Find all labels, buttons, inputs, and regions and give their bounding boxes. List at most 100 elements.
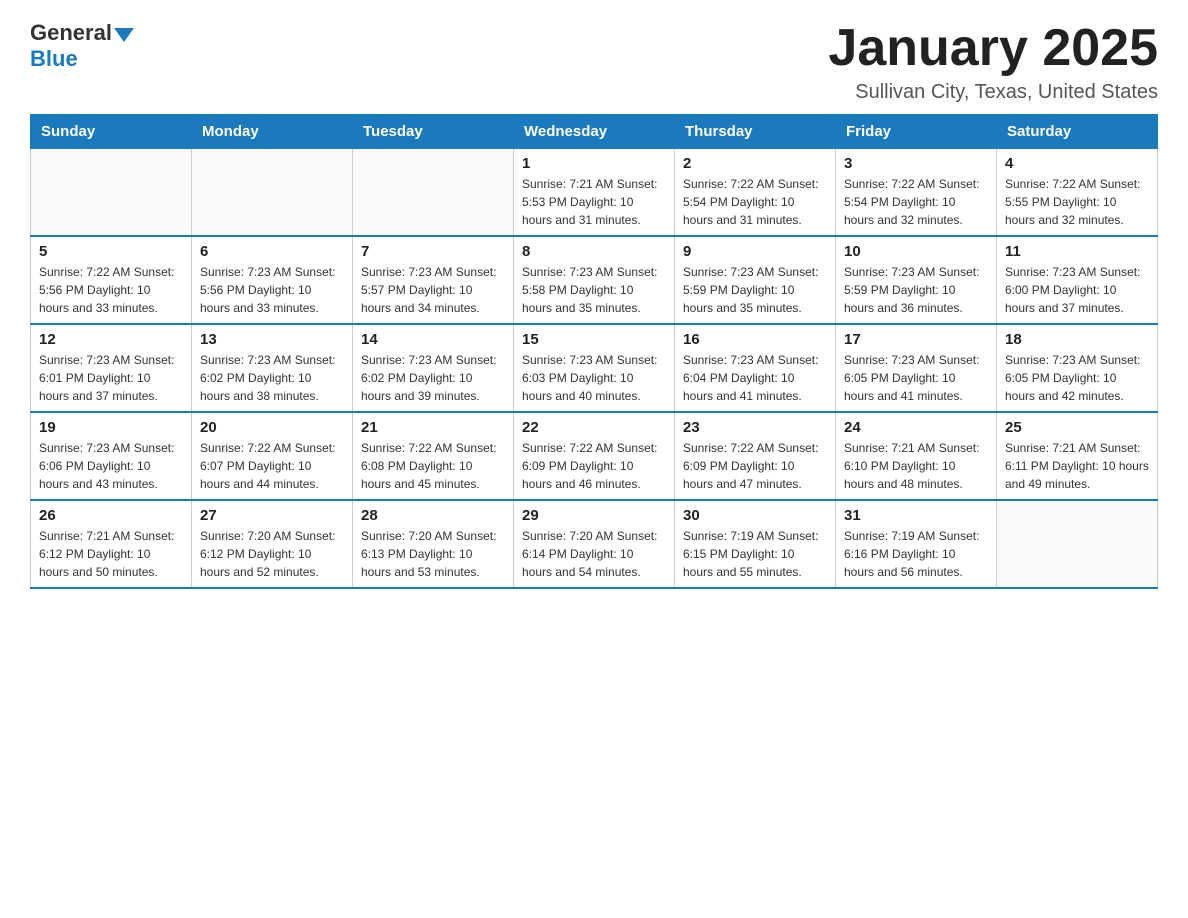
day-number: 15 [522, 331, 666, 348]
day-info: Sunrise: 7:21 AM Sunset: 6:12 PM Dayligh… [39, 527, 183, 581]
day-number: 29 [522, 507, 666, 524]
calendar-cell: 13 Sunrise: 7:23 AM Sunset: 6:02 PM Dayli… [192, 324, 353, 412]
day-info: Sunrise: 7:21 AM Sunset: 6:11 PM Dayligh… [1005, 439, 1149, 493]
calendar-cell: 27Sunrise: 7:20 AM Sunset: 6:12 PM Dayli… [192, 500, 353, 588]
day-number: 18 [1005, 331, 1149, 348]
calendar-cell: 25 Sunrise: 7:21 AM Sunset: 6:11 PM Dayli… [997, 412, 1158, 500]
day-number: 3 [844, 155, 988, 172]
calendar-cell: 8Sunrise: 7:23 AM Sunset: 5:58 PM Daylig… [514, 236, 675, 324]
day-number: 2 [683, 155, 827, 172]
calendar-cell: 23 Sunrise: 7:22 AM Sunset: 6:09 PM Dayli… [675, 412, 836, 500]
calendar-cell: 14Sunrise: 7:23 AM Sunset: 6:02 PM Dayli… [353, 324, 514, 412]
calendar-cell: 24 Sunrise: 7:21 AM Sunset: 6:10 PM Dayli… [836, 412, 997, 500]
day-number: 21 [361, 419, 505, 436]
day-number: 1 [522, 155, 666, 172]
calendar-cell: 22 Sunrise: 7:22 AM Sunset: 6:09 PM Dayli… [514, 412, 675, 500]
day-info: Sunrise: 7:22 AM Sunset: 5:54 PM Dayligh… [844, 175, 988, 229]
day-number: 27 [200, 507, 344, 524]
calendar-cell: 1Sunrise: 7:21 AM Sunset: 5:53 PM Daylig… [514, 149, 675, 237]
calendar-table: SundayMondayTuesdayWednesdayThursdayFrid… [30, 114, 1158, 589]
calendar-cell: 12 Sunrise: 7:23 AM Sunset: 6:01 PM Dayli… [31, 324, 192, 412]
day-info: Sunrise: 7:21 AM Sunset: 6:10 PM Dayligh… [844, 439, 988, 493]
day-info: Sunrise: 7:20 AM Sunset: 6:14 PM Dayligh… [522, 527, 666, 581]
day-number: 13 [200, 331, 344, 348]
calendar-cell: 9 Sunrise: 7:23 AM Sunset: 5:59 PM Daylig… [675, 236, 836, 324]
calendar-cell: 6 Sunrise: 7:23 AM Sunset: 5:56 PM Daylig… [192, 236, 353, 324]
col-header-friday: Friday [836, 115, 997, 149]
day-info: Sunrise: 7:23 AM Sunset: 5:58 PM Dayligh… [522, 263, 666, 317]
calendar-cell: 30 Sunrise: 7:19 AM Sunset: 6:15 PM Dayli… [675, 500, 836, 588]
calendar-cell: 5Sunrise: 7:22 AM Sunset: 5:56 PM Daylig… [31, 236, 192, 324]
calendar-cell: 18 Sunrise: 7:23 AM Sunset: 6:05 PM Dayli… [997, 324, 1158, 412]
logo-general-text: General [30, 20, 112, 46]
day-info: Sunrise: 7:22 AM Sunset: 6:09 PM Dayligh… [522, 439, 666, 493]
calendar-cell: 16Sunrise: 7:23 AM Sunset: 6:04 PM Dayli… [675, 324, 836, 412]
calendar-week-row: 1Sunrise: 7:21 AM Sunset: 5:53 PM Daylig… [31, 149, 1158, 237]
day-info: Sunrise: 7:23 AM Sunset: 6:02 PM Dayligh… [200, 351, 344, 405]
calendar-cell [31, 149, 192, 237]
col-header-monday: Monday [192, 115, 353, 149]
day-number: 22 [522, 419, 666, 436]
calendar-cell: 7 Sunrise: 7:23 AM Sunset: 5:57 PM Daylig… [353, 236, 514, 324]
day-info: Sunrise: 7:23 AM Sunset: 6:06 PM Dayligh… [39, 439, 183, 493]
day-number: 17 [844, 331, 988, 348]
calendar-cell: 4Sunrise: 7:22 AM Sunset: 5:55 PM Daylig… [997, 149, 1158, 237]
col-header-wednesday: Wednesday [514, 115, 675, 149]
calendar-cell: 17Sunrise: 7:23 AM Sunset: 6:05 PM Dayli… [836, 324, 997, 412]
col-header-tuesday: Tuesday [353, 115, 514, 149]
calendar-cell: 20 Sunrise: 7:22 AM Sunset: 6:07 PM Dayli… [192, 412, 353, 500]
calendar-cell: 3 Sunrise: 7:22 AM Sunset: 5:54 PM Daylig… [836, 149, 997, 237]
calendar-cell: 28Sunrise: 7:20 AM Sunset: 6:13 PM Dayli… [353, 500, 514, 588]
calendar-cell: 26 Sunrise: 7:21 AM Sunset: 6:12 PM Dayli… [31, 500, 192, 588]
col-header-sunday: Sunday [31, 115, 192, 149]
day-info: Sunrise: 7:23 AM Sunset: 6:03 PM Dayligh… [522, 351, 666, 405]
day-number: 14 [361, 331, 505, 348]
location-subtitle: Sullivan City, Texas, United States [828, 81, 1158, 104]
day-number: 26 [39, 507, 183, 524]
day-info: Sunrise: 7:22 AM Sunset: 6:09 PM Dayligh… [683, 439, 827, 493]
calendar-week-row: 26 Sunrise: 7:21 AM Sunset: 6:12 PM Dayli… [31, 500, 1158, 588]
calendar-cell: 10 Sunrise: 7:23 AM Sunset: 5:59 PM Dayli… [836, 236, 997, 324]
page-header: General Blue January 2025 Sullivan City,… [30, 20, 1158, 104]
day-number: 20 [200, 419, 344, 436]
day-info: Sunrise: 7:23 AM Sunset: 5:56 PM Dayligh… [200, 263, 344, 317]
col-header-thursday: Thursday [675, 115, 836, 149]
day-number: 12 [39, 331, 183, 348]
day-number: 24 [844, 419, 988, 436]
day-info: Sunrise: 7:19 AM Sunset: 6:16 PM Dayligh… [844, 527, 988, 581]
day-info: Sunrise: 7:23 AM Sunset: 6:00 PM Dayligh… [1005, 263, 1149, 317]
calendar-header-row: SundayMondayTuesdayWednesdayThursdayFrid… [31, 115, 1158, 149]
day-info: Sunrise: 7:19 AM Sunset: 6:15 PM Dayligh… [683, 527, 827, 581]
calendar-cell [353, 149, 514, 237]
calendar-cell: 31 Sunrise: 7:19 AM Sunset: 6:16 PM Dayli… [836, 500, 997, 588]
day-info: Sunrise: 7:23 AM Sunset: 5:57 PM Dayligh… [361, 263, 505, 317]
day-number: 10 [844, 243, 988, 260]
day-number: 6 [200, 243, 344, 260]
day-number: 30 [683, 507, 827, 524]
calendar-cell [997, 500, 1158, 588]
day-info: Sunrise: 7:22 AM Sunset: 6:08 PM Dayligh… [361, 439, 505, 493]
day-number: 23 [683, 419, 827, 436]
logo-blue-text: Blue [30, 46, 78, 71]
logo: General Blue [30, 20, 136, 72]
day-number: 25 [1005, 419, 1149, 436]
day-number: 19 [39, 419, 183, 436]
day-number: 31 [844, 507, 988, 524]
day-info: Sunrise: 7:23 AM Sunset: 5:59 PM Dayligh… [683, 263, 827, 317]
day-info: Sunrise: 7:23 AM Sunset: 5:59 PM Dayligh… [844, 263, 988, 317]
calendar-cell [192, 149, 353, 237]
day-info: Sunrise: 7:20 AM Sunset: 6:13 PM Dayligh… [361, 527, 505, 581]
calendar-cell: 2 Sunrise: 7:22 AM Sunset: 5:54 PM Daylig… [675, 149, 836, 237]
calendar-week-row: 12 Sunrise: 7:23 AM Sunset: 6:01 PM Dayli… [31, 324, 1158, 412]
day-info: Sunrise: 7:22 AM Sunset: 5:56 PM Dayligh… [39, 263, 183, 317]
logo-arrow-icon [114, 28, 134, 42]
day-info: Sunrise: 7:22 AM Sunset: 6:07 PM Dayligh… [200, 439, 344, 493]
day-number: 7 [361, 243, 505, 260]
title-block: January 2025 Sullivan City, Texas, Unite… [828, 20, 1158, 104]
day-info: Sunrise: 7:23 AM Sunset: 6:01 PM Dayligh… [39, 351, 183, 405]
day-info: Sunrise: 7:23 AM Sunset: 6:05 PM Dayligh… [1005, 351, 1149, 405]
day-number: 9 [683, 243, 827, 260]
col-header-saturday: Saturday [997, 115, 1158, 149]
day-info: Sunrise: 7:22 AM Sunset: 5:54 PM Dayligh… [683, 175, 827, 229]
calendar-cell: 15 Sunrise: 7:23 AM Sunset: 6:03 PM Dayli… [514, 324, 675, 412]
